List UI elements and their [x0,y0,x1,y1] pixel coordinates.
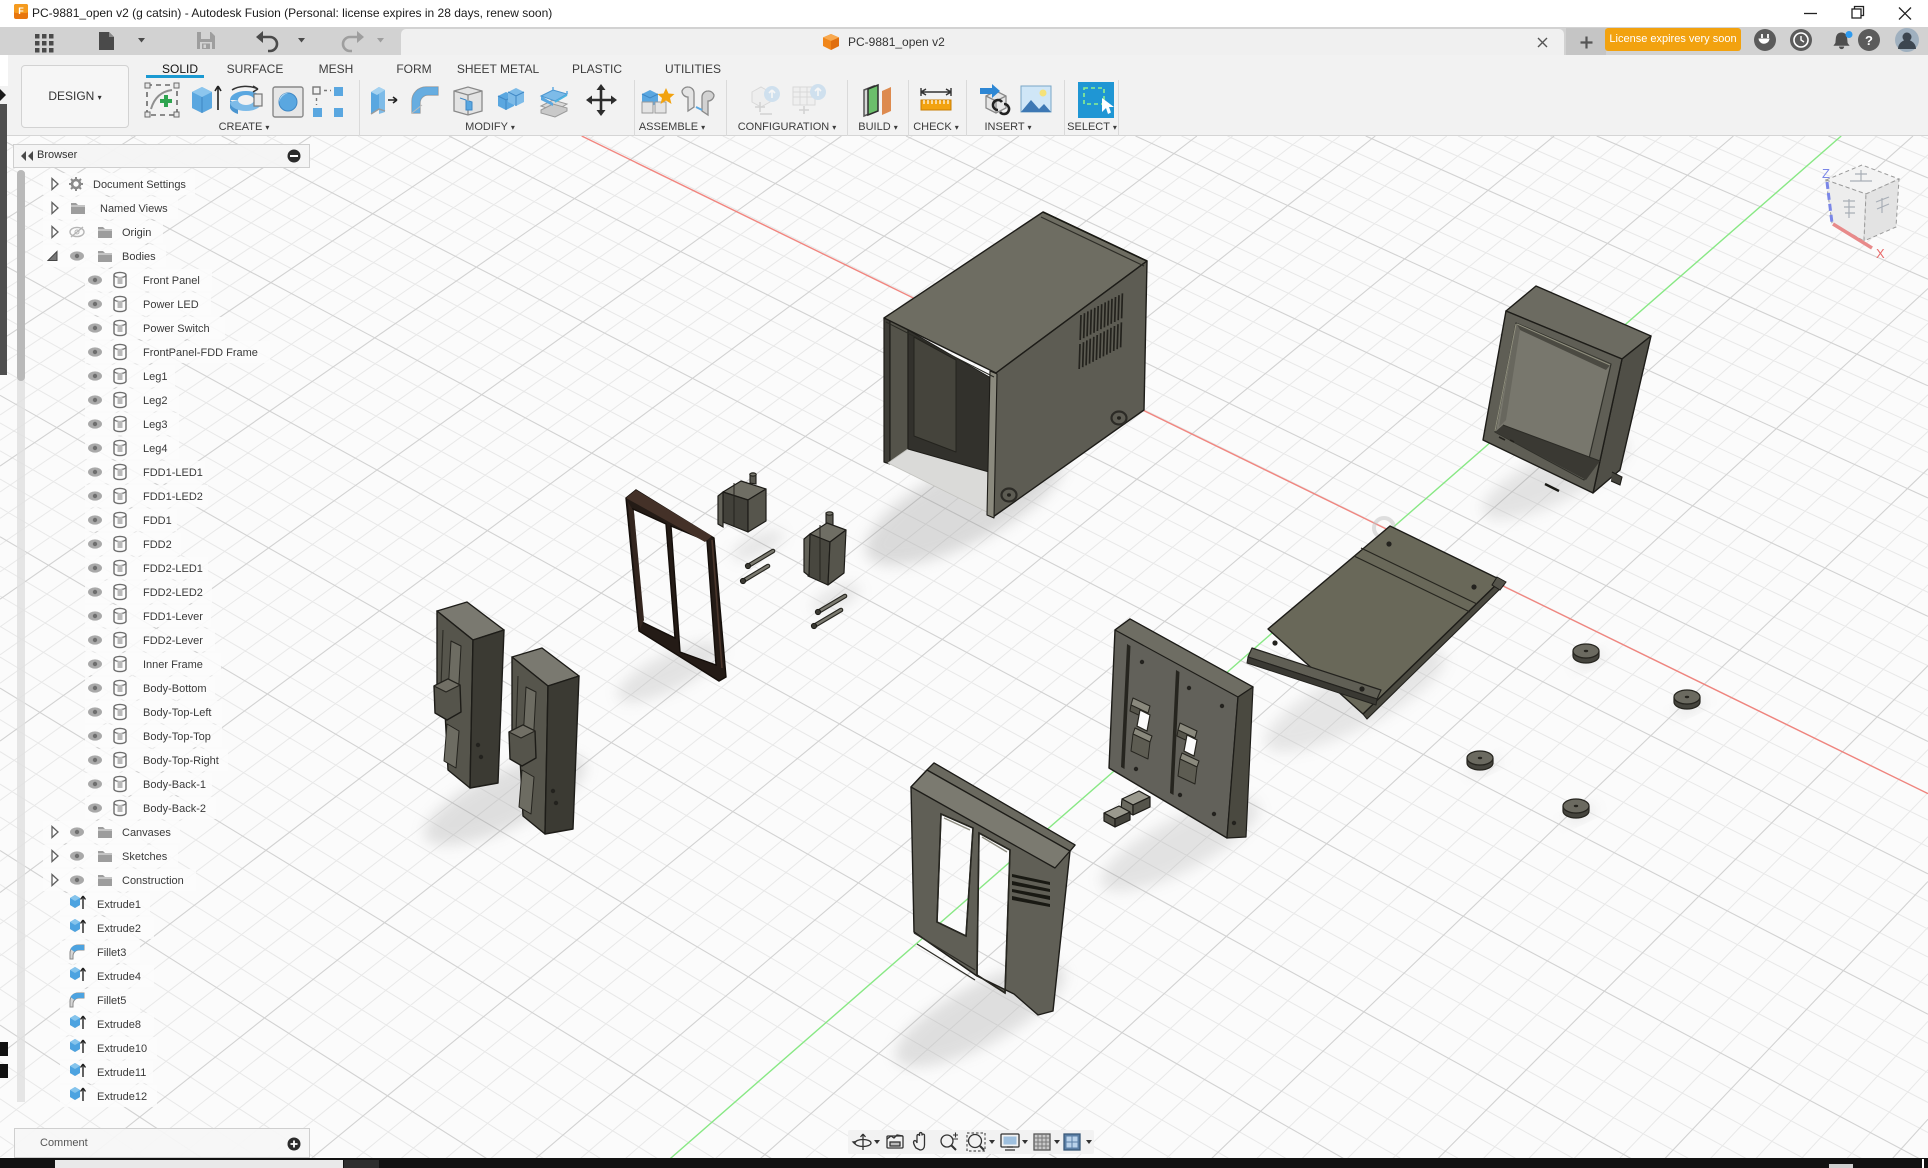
svg-text:FDD2-LED1: FDD2-LED1 [143,563,203,575]
svg-text:Extrude11: Extrude11 [97,1067,146,1079]
svg-text:Body-Top-Left: Body-Top-Left [143,707,211,719]
svg-text:Power LED: Power LED [143,299,199,311]
svg-text:Extrude8: Extrude8 [97,1019,141,1031]
svg-text:Front Panel: Front Panel [143,275,200,287]
svg-text:?: ? [1865,33,1873,48]
svg-text:Extrude12: Extrude12 [97,1091,147,1103]
svg-text:Origin: Origin [122,227,151,239]
svg-text:Body-Top-Top: Body-Top-Top [143,731,211,743]
svg-text:Extrude10: Extrude10 [97,1043,147,1055]
svg-text:Sketches: Sketches [122,851,168,863]
svg-text:Fillet3: Fillet3 [97,947,126,959]
svg-text:Z: Z [1822,166,1830,181]
svg-text:FDD1: FDD1 [143,515,172,527]
svg-text:Body-Top-Right: Body-Top-Right [143,755,219,767]
svg-text:Extrude4: Extrude4 [97,971,141,983]
svg-text:Named Views: Named Views [100,203,168,215]
svg-text:FrontPanel-FDD Frame: FrontPanel-FDD Frame [143,347,258,359]
svg-text:FDD1-LED1: FDD1-LED1 [143,467,203,479]
svg-text:Document Settings: Document Settings [93,179,186,191]
svg-text:Power Switch: Power Switch [143,323,210,335]
svg-text:Inner Frame: Inner Frame [143,659,203,671]
svg-text:Canvases: Canvases [122,827,171,839]
svg-text:X: X [1876,246,1885,261]
svg-text:Leg4: Leg4 [143,443,167,455]
svg-text:Fillet5: Fillet5 [97,995,126,1007]
svg-text:Construction: Construction [122,875,184,887]
svg-text:Body-Back-1: Body-Back-1 [143,779,206,791]
svg-text:FDD2-Lever: FDD2-Lever [143,635,203,647]
svg-text:Leg3: Leg3 [143,419,167,431]
svg-text:Extrude2: Extrude2 [97,923,141,935]
svg-text:FDD1-Lever: FDD1-Lever [143,611,203,623]
svg-text:Bodies: Bodies [122,251,156,263]
svg-text:Body-Bottom: Body-Bottom [143,683,207,695]
svg-text:FDD2: FDD2 [143,539,172,551]
svg-text:Extrude1: Extrude1 [97,899,141,911]
svg-text:Body-Back-2: Body-Back-2 [143,803,206,815]
svg-text:F: F [18,6,24,16]
svg-text:Leg1: Leg1 [143,371,167,383]
svg-text:Leg2: Leg2 [143,395,167,407]
svg-text:FDD2-LED2: FDD2-LED2 [143,587,203,599]
svg-text:FDD1-LED2: FDD1-LED2 [143,491,203,503]
